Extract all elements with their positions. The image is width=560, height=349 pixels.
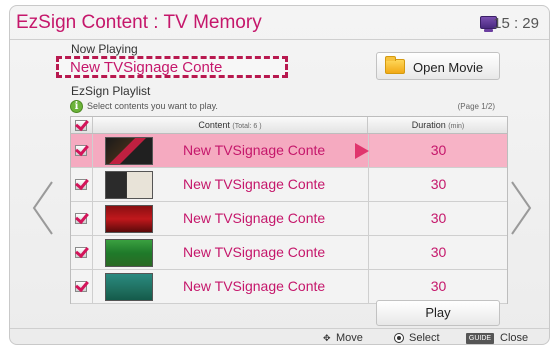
table-row[interactable]: New TVSignage Conte 30	[71, 202, 507, 236]
duration-value[interactable]: 30	[370, 202, 507, 235]
duration-value[interactable]: 30	[370, 168, 507, 201]
hint-text: Select contents you want to play.	[87, 101, 218, 111]
folder-icon	[385, 56, 405, 74]
select-all-checkbox[interactable]	[75, 120, 87, 131]
chevron-right-icon	[511, 181, 532, 235]
move-icon: ✥	[323, 333, 331, 343]
dialog-title: EzSign Content : TV Memory	[16, 12, 262, 33]
content-name: New TVSignage Conte	[183, 210, 326, 226]
content-thumbnail	[105, 205, 153, 233]
footer-key-guide: ✥ Move Select GUIDE Close	[10, 332, 549, 344]
content-total: (Total: 6 )	[232, 123, 262, 130]
duration-value[interactable]: 30	[370, 134, 507, 167]
move-label: Move	[336, 332, 363, 344]
select-all-cell[interactable]	[71, 117, 93, 133]
open-movie-label: Open Movie	[413, 60, 484, 75]
clock: 15 : 29	[493, 15, 539, 32]
chevron-left-icon	[32, 181, 53, 235]
row-checkbox[interactable]	[75, 179, 87, 190]
table-row[interactable]: New TVSignage Conte 30	[71, 270, 507, 304]
duration-unit: (min)	[448, 123, 465, 130]
table-row[interactable]: New TVSignage Conte 30	[71, 168, 507, 202]
now-playing-value: New TVSignage Conte	[70, 59, 223, 76]
content-header-label: Content	[198, 120, 230, 130]
open-movie-button[interactable]: Open Movie	[376, 52, 500, 80]
content-column-header: Content (Total: 6 )	[93, 117, 368, 133]
select-icon	[394, 333, 404, 343]
table-row[interactable]: New TVSignage Conte 30	[71, 134, 507, 168]
row-check-cell[interactable]	[71, 168, 93, 201]
title-divider	[10, 39, 549, 40]
ezsign-content-dialog: EzSign Content : TV Memory 15 : 29 Now P…	[9, 5, 550, 345]
content-thumbnail	[105, 137, 153, 165]
row-check-cell[interactable]	[71, 134, 93, 167]
row-check-cell[interactable]	[71, 202, 93, 235]
content-name: New TVSignage Conte	[183, 244, 326, 260]
duration-header-label: Duration	[411, 120, 446, 130]
content-name: New TVSignage Conte	[183, 176, 326, 192]
table-row[interactable]: New TVSignage Conte 30	[71, 236, 507, 270]
content-thumbnail	[105, 171, 153, 199]
page-indicator: (Page 1/2)	[457, 102, 495, 111]
content-name: New TVSignage Conte	[183, 278, 326, 294]
content-thumbnail	[105, 239, 153, 267]
duration-value[interactable]: 30	[370, 236, 507, 269]
row-content-cell[interactable]: New TVSignage Conte	[93, 202, 369, 235]
footer-divider	[10, 328, 549, 329]
playlist-table: Content (Total: 6 ) Duration (min) New T…	[70, 116, 508, 304]
row-checkbox[interactable]	[75, 213, 87, 224]
play-arrow-icon[interactable]	[355, 143, 369, 159]
previous-page-arrow[interactable]	[28, 178, 58, 238]
play-button[interactable]: Play	[376, 300, 500, 326]
duration-value[interactable]: 30	[370, 270, 507, 303]
next-page-arrow[interactable]	[506, 178, 536, 238]
info-icon: i	[70, 100, 83, 113]
guide-key-icon: GUIDE	[466, 333, 494, 344]
row-checkbox[interactable]	[75, 145, 87, 156]
playlist-label: EzSign Playlist	[71, 84, 151, 98]
row-content-cell[interactable]: New TVSignage Conte	[93, 168, 369, 201]
content-name: New TVSignage Conte	[183, 142, 326, 158]
table-header: Content (Total: 6 ) Duration (min)	[71, 117, 507, 134]
now-playing-field[interactable]: New TVSignage Conte	[56, 56, 288, 78]
now-playing-label: Now Playing	[71, 42, 138, 56]
close-button[interactable]: Close	[500, 332, 528, 344]
row-checkbox[interactable]	[75, 281, 87, 292]
duration-column-header: Duration (min)	[369, 117, 507, 133]
row-content-cell[interactable]: New TVSignage Conte	[93, 134, 369, 167]
row-content-cell[interactable]: New TVSignage Conte	[93, 270, 369, 303]
content-thumbnail	[105, 273, 153, 301]
row-check-cell[interactable]	[71, 236, 93, 269]
row-content-cell[interactable]: New TVSignage Conte	[93, 236, 369, 269]
row-check-cell[interactable]	[71, 270, 93, 303]
row-checkbox[interactable]	[75, 247, 87, 258]
select-label: Select	[409, 332, 440, 344]
